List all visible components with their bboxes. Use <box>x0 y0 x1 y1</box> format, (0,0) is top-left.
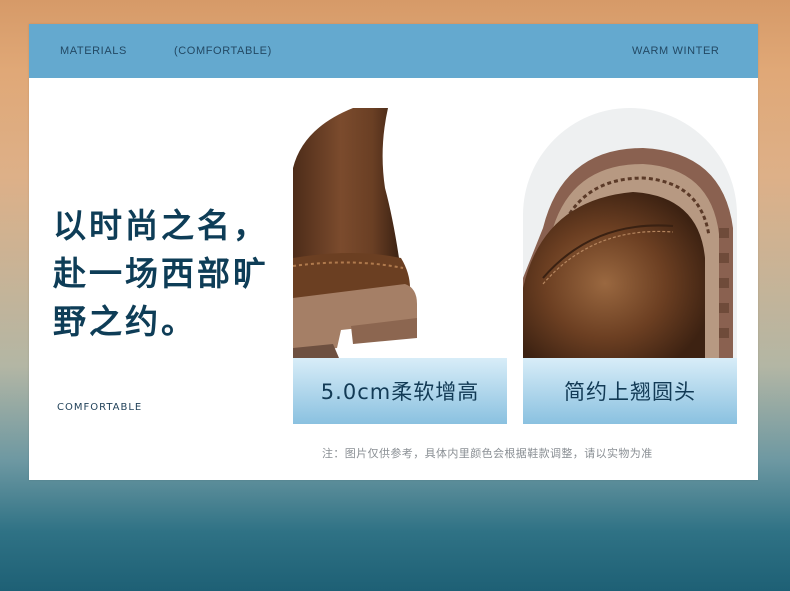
comfortable-subtitle: COMFORTABLE <box>57 402 143 413</box>
boot-toe-photo <box>523 108 737 358</box>
materials-label: MATERIALS <box>60 45 127 57</box>
feature-caption-toe: 简约上翘圆头 <box>523 358 737 424</box>
headline-line-2: 赴一场西部旷 <box>53 254 269 293</box>
headline-line-1: 以时尚之名， <box>53 206 269 245</box>
comfortable-label: (COMFORTABLE) <box>174 45 272 57</box>
top-banner: MATERIALS (COMFORTABLE) WARM WINTER <box>29 24 758 78</box>
feature-caption-heel: 5.0cm柔软增高 <box>293 358 507 424</box>
product-card: MATERIALS (COMFORTABLE) WARM WINTER 以时尚之… <box>29 24 758 480</box>
headline: 以时尚之名， 赴一场西部旷 野之约。 <box>53 202 269 346</box>
headline-line-3: 野之约。 <box>53 302 197 341</box>
disclaimer-note: 注：图片仅供参考，具体内里颜色会根据鞋款调整，请以实物为准 <box>322 447 653 460</box>
boot-heel-image <box>293 108 507 358</box>
boot-toe-image <box>523 108 737 358</box>
boot-heel-photo <box>293 108 507 358</box>
warm-winter-label: WARM WINTER <box>632 45 720 57</box>
